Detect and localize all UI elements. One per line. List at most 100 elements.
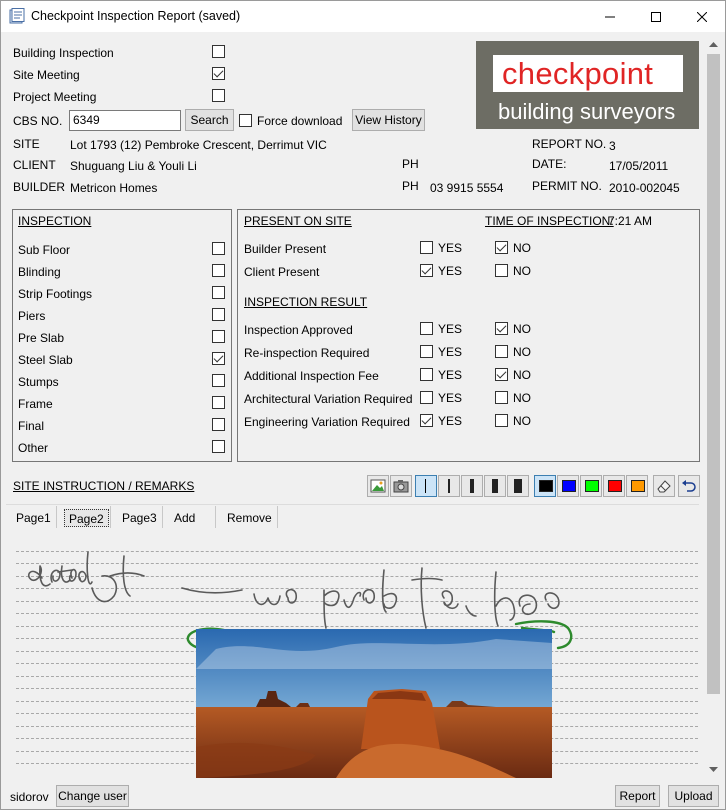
pen-width-5-button[interactable] [507,475,529,497]
builder-label: BUILDER [13,180,66,194]
additional-fee-no-checkbox[interactable] [495,368,508,381]
engineering-variation-yes-checkbox[interactable] [420,414,433,427]
building-inspection-label: Building Inspection [13,46,114,60]
insert-image-button[interactable] [367,475,389,497]
cbs-input[interactable]: 6349 [69,110,181,131]
tab-page2[interactable]: Page2 [64,509,109,527]
steel-slab-checkbox[interactable] [212,352,225,365]
blinding-checkbox[interactable] [212,264,225,277]
strip-footings-checkbox[interactable] [212,286,225,299]
client-value: Shuguang Liu & Youli Li [70,159,197,173]
client-phone-label: PH [402,157,419,171]
piers-checkbox[interactable] [212,308,225,321]
upload-button[interactable]: Upload [668,785,719,807]
view-history-button[interactable]: View History [352,109,425,131]
site-label: SITE [13,137,40,151]
checkpoint-logo: checkpoint building surveyors [476,41,699,129]
time-of-inspection-value: 7:21 AM [608,214,653,228]
color-blue-button[interactable] [557,475,579,497]
report-no-value: 3 [609,139,616,153]
final-checkbox[interactable] [212,418,225,431]
scroll-up-icon[interactable] [709,41,718,47]
scroll-down-icon[interactable] [709,767,718,773]
desert-photo [196,629,552,778]
cbs-label: CBS NO. [13,114,63,128]
permit-no-value: 2010-002045 [609,181,680,195]
permit-no-label: PERMIT NO. [532,179,602,193]
color-green-button[interactable] [580,475,602,497]
reinspection-required-no-checkbox[interactable] [495,345,508,358]
color-red-button[interactable] [603,475,625,497]
stumps-checkbox[interactable] [212,374,225,387]
camera-icon [393,480,409,493]
builder-phone-value: 03 9915 5554 [430,181,504,195]
client-present-no-checkbox[interactable] [495,264,508,277]
builder-present-yes-checkbox[interactable] [420,241,433,254]
maximize-icon [651,11,661,22]
remarks-canvas[interactable] [6,536,703,778]
inspection-approved-label: Inspection Approved [244,323,353,337]
time-of-inspection-label: TIME OF INSPECTION: [485,214,614,228]
pen-width-3-button[interactable] [461,475,483,497]
project-meeting-checkbox[interactable] [212,89,225,102]
present-on-site-heading: PRESENT ON SITE [244,214,352,228]
close-icon [697,11,707,22]
architectural-variation-no-checkbox[interactable] [495,391,508,404]
inspection-approved-yes-checkbox[interactable] [420,322,433,335]
undo-button[interactable] [678,475,700,497]
inspection-approved-no-checkbox[interactable] [495,322,508,335]
search-button[interactable]: Search [185,109,234,131]
title-bar: Checkpoint Inspection Report (saved) [1,1,725,32]
change-user-button[interactable]: Change user [56,785,129,807]
reinspection-required-yes-checkbox[interactable] [420,345,433,358]
reinspection-required-label: Re-inspection Required [244,346,370,360]
stumps-label: Stumps [18,375,59,389]
frame-checkbox[interactable] [212,396,225,409]
app-window: Checkpoint Inspection Report (saved) Bui… [0,0,726,810]
camera-button[interactable] [390,475,412,497]
force-download-checkbox[interactable] [239,114,252,127]
building-inspection-checkbox[interactable] [212,45,225,58]
pen-width-2-button[interactable] [438,475,460,497]
client-present-label: Client Present [244,265,320,279]
steel-slab-label: Steel Slab [18,353,73,367]
eraser-button[interactable] [653,475,675,497]
client-present-yes-checkbox[interactable] [420,264,433,277]
piers-label: Piers [18,309,46,323]
color-orange-button[interactable] [626,475,648,497]
pen-width-4-button[interactable] [484,475,506,497]
report-button[interactable]: Report [615,785,660,807]
color-black-button[interactable] [534,475,556,497]
tab-page1[interactable]: Page1 [12,509,55,527]
other-checkbox[interactable] [212,440,225,453]
vertical-scrollbar[interactable] [705,37,722,778]
architectural-variation-yes-checkbox[interactable] [420,391,433,404]
minimize-button[interactable] [587,1,633,32]
pre-slab-checkbox[interactable] [212,330,225,343]
project-meeting-label: Project Meeting [13,90,97,104]
sub-floor-checkbox[interactable] [212,242,225,255]
tab-page3[interactable]: Page3 [118,509,161,527]
builder-value: Metricon Homes [70,181,158,195]
remarks-heading: SITE INSTRUCTION / REMARKS [13,479,195,493]
date-value: 17/05/2011 [609,159,669,173]
close-button[interactable] [679,1,725,32]
builder-present-no-checkbox[interactable] [495,241,508,254]
scrollbar-thumb[interactable] [707,54,720,694]
minimize-icon [605,16,615,17]
inspection-result-heading: INSPECTION RESULT [244,295,368,309]
frame-label: Frame [18,397,53,411]
maximize-button[interactable] [633,1,679,32]
pen-width-1-button[interactable] [415,475,437,497]
tab-remove[interactable]: Remove [223,509,276,527]
additional-fee-yes-checkbox[interactable] [420,368,433,381]
client-label: CLIENT [13,158,56,172]
pre-slab-label: Pre Slab [18,331,65,345]
other-label: Other [18,441,49,455]
image-icon [370,479,386,493]
force-download-label: Force download [257,114,343,128]
app-icon [9,8,25,24]
site-meeting-checkbox[interactable] [212,67,225,80]
tab-add[interactable]: Add [170,509,199,527]
engineering-variation-no-checkbox[interactable] [495,414,508,427]
